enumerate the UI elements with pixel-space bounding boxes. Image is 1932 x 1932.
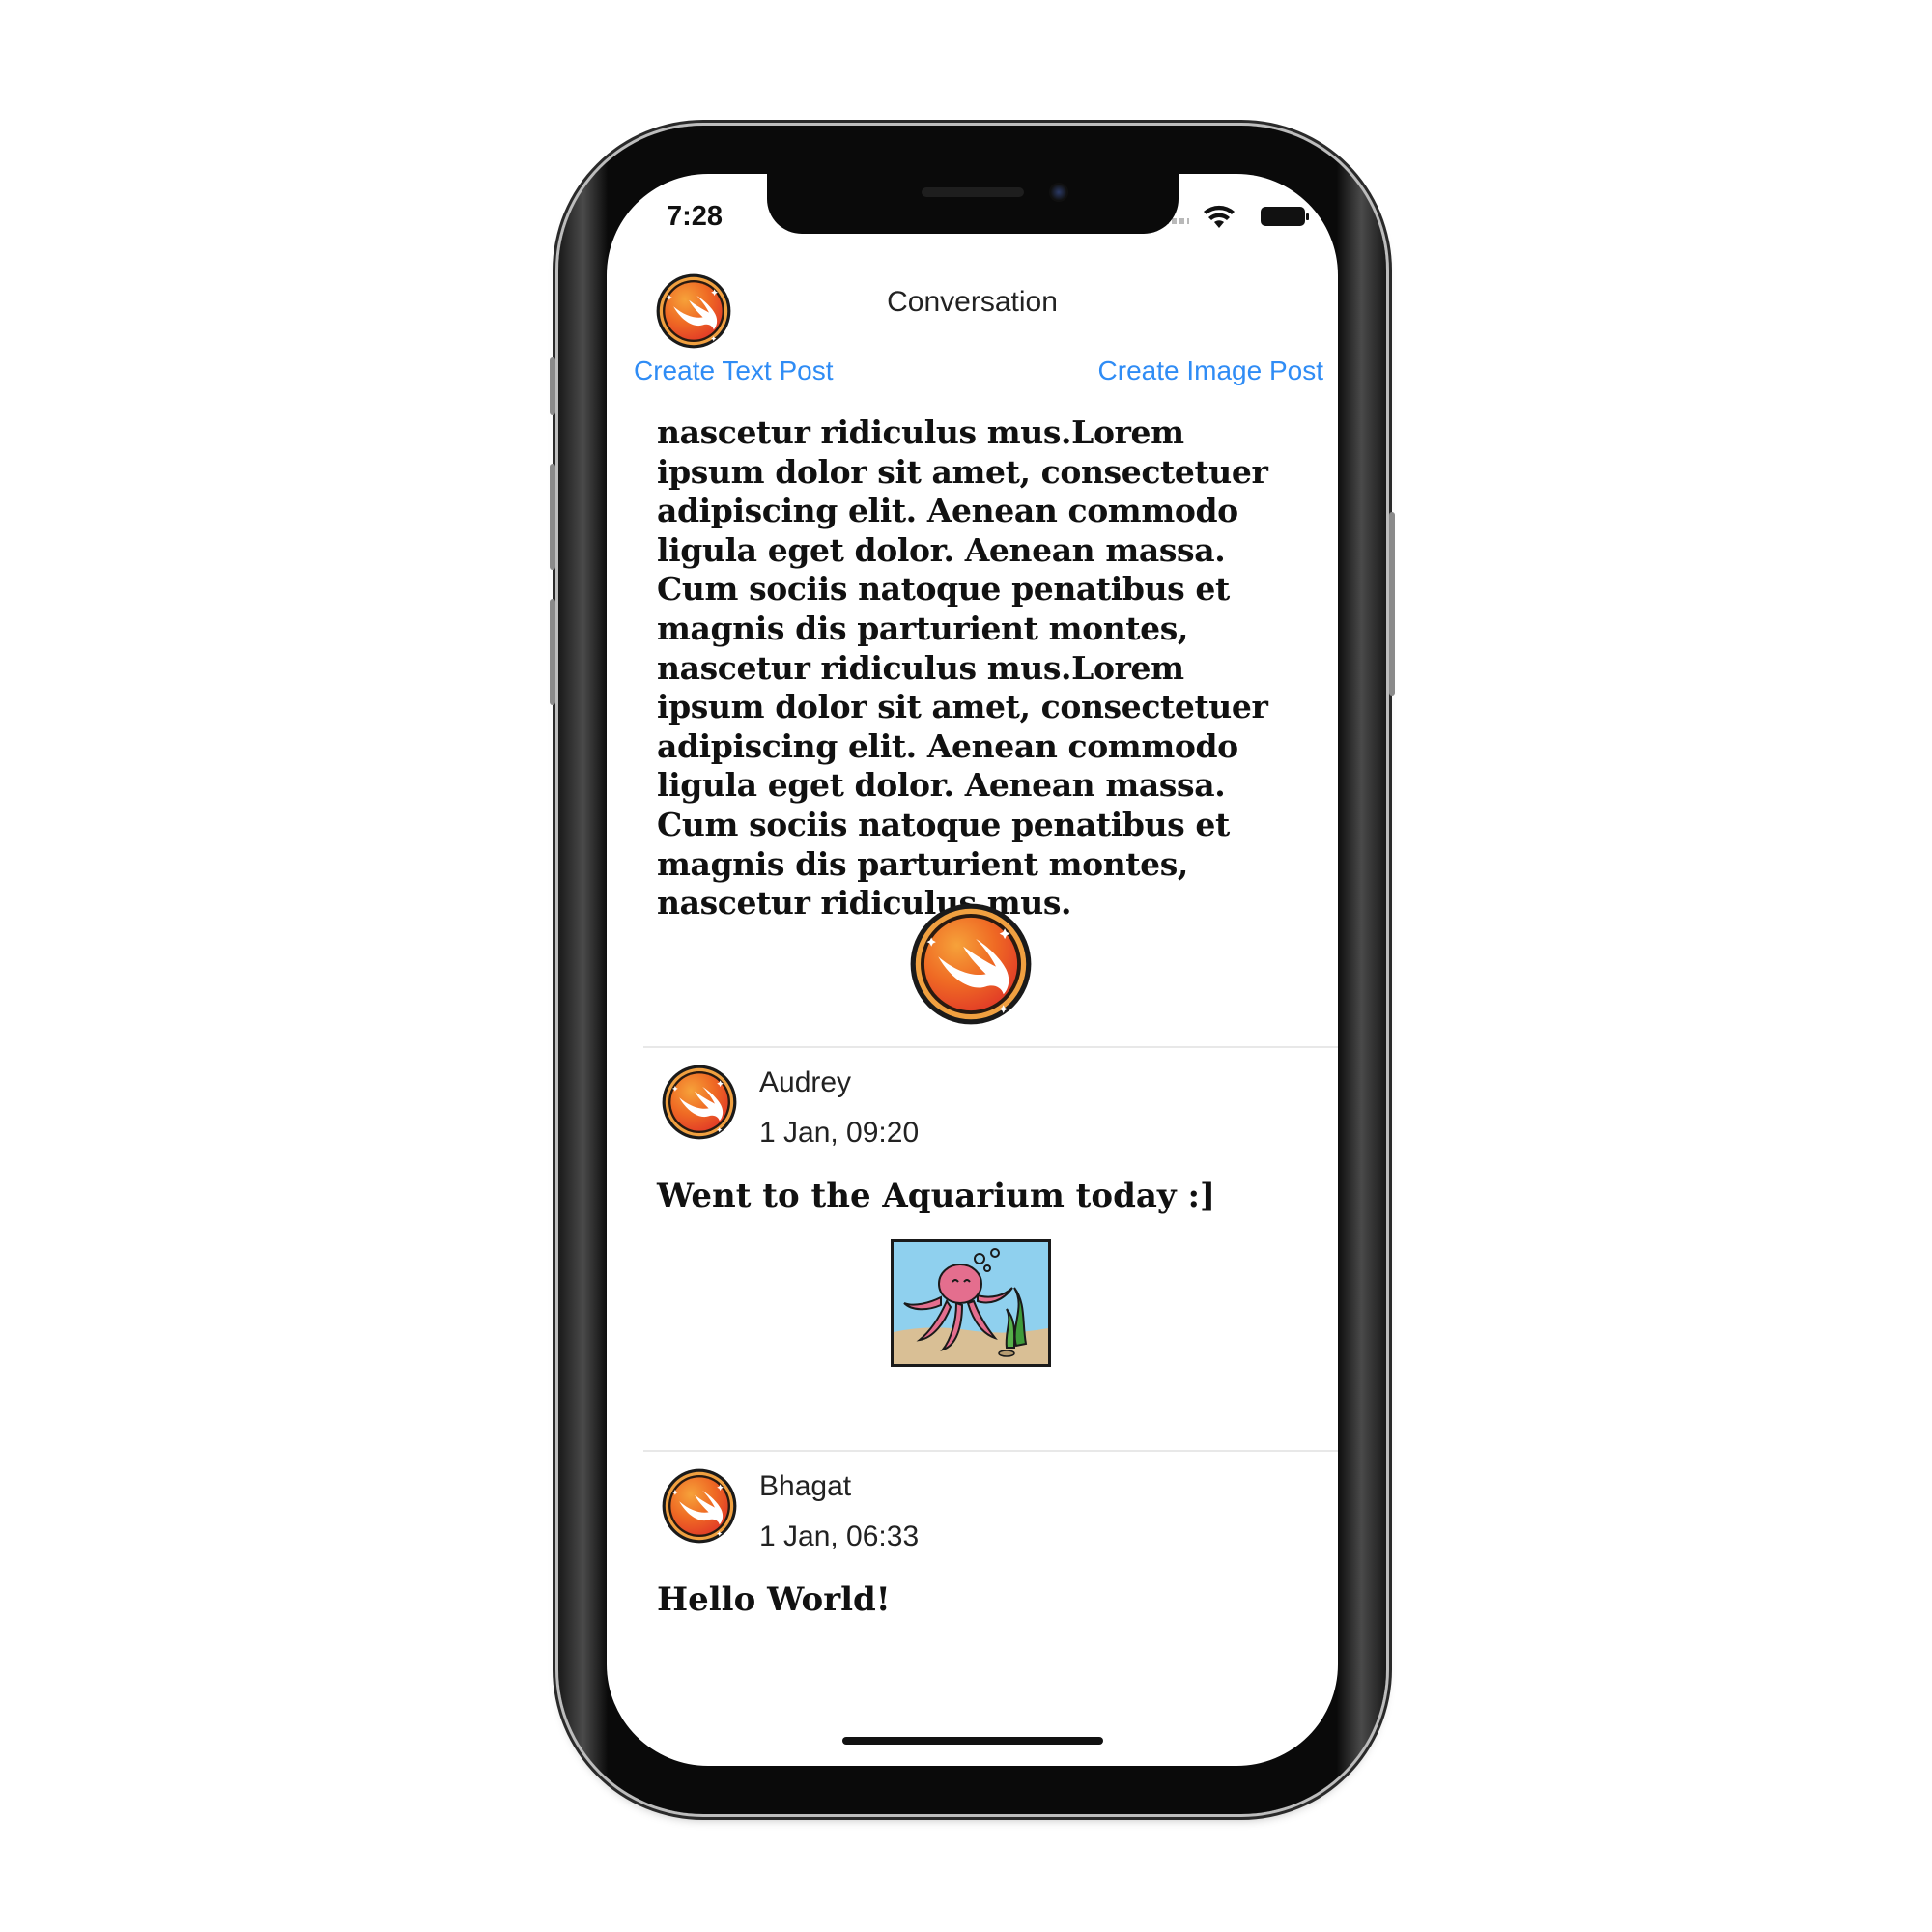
long-post-text: nascetur ridiculus mus.Lorem ipsum dolor… — [657, 413, 1268, 923]
post-author: Bhagat — [759, 1470, 852, 1502]
octopus-aquarium-image[interactable] — [891, 1239, 1051, 1367]
speaker-grille — [922, 187, 1024, 197]
conversation-feed[interactable]: nascetur ridiculus mus.Lorem ipsum dolor… — [607, 413, 1338, 1766]
battery-icon — [1261, 207, 1309, 226]
post-text: Hello World! — [657, 1580, 891, 1619]
nav-title: Conversation — [887, 286, 1058, 318]
volume-up-button — [550, 464, 555, 570]
post-divider — [643, 1046, 1338, 1048]
post-date: 1 Jan, 09:20 — [759, 1117, 920, 1149]
author-avatar-swift-logo-icon[interactable] — [661, 1064, 738, 1141]
front-camera — [1049, 183, 1068, 202]
home-indicator[interactable] — [842, 1737, 1103, 1745]
wifi-icon — [1204, 205, 1235, 228]
post-author: Audrey — [759, 1066, 852, 1098]
power-button — [1389, 512, 1395, 696]
volume-down-button — [550, 599, 555, 705]
post-text: Went to the Aquarium today :] — [657, 1177, 1216, 1215]
post-date: 1 Jan, 06:33 — [759, 1520, 920, 1552]
status-time: 7:28 — [667, 201, 724, 232]
create-image-post-button[interactable]: Create Image Post — [1098, 355, 1323, 386]
post-image-swift-logo-icon — [908, 901, 1034, 1027]
notch — [767, 174, 1179, 234]
screen: 7:28 Conversation Create Text Post Creat… — [607, 174, 1338, 1766]
author-avatar-swift-logo-icon[interactable] — [661, 1467, 738, 1545]
mute-switch — [550, 357, 555, 415]
post-divider — [643, 1450, 1338, 1452]
phone-frame: 7:28 Conversation Create Text Post Creat… — [550, 126, 1395, 1814]
create-text-post-button[interactable]: Create Text Post — [634, 355, 833, 386]
